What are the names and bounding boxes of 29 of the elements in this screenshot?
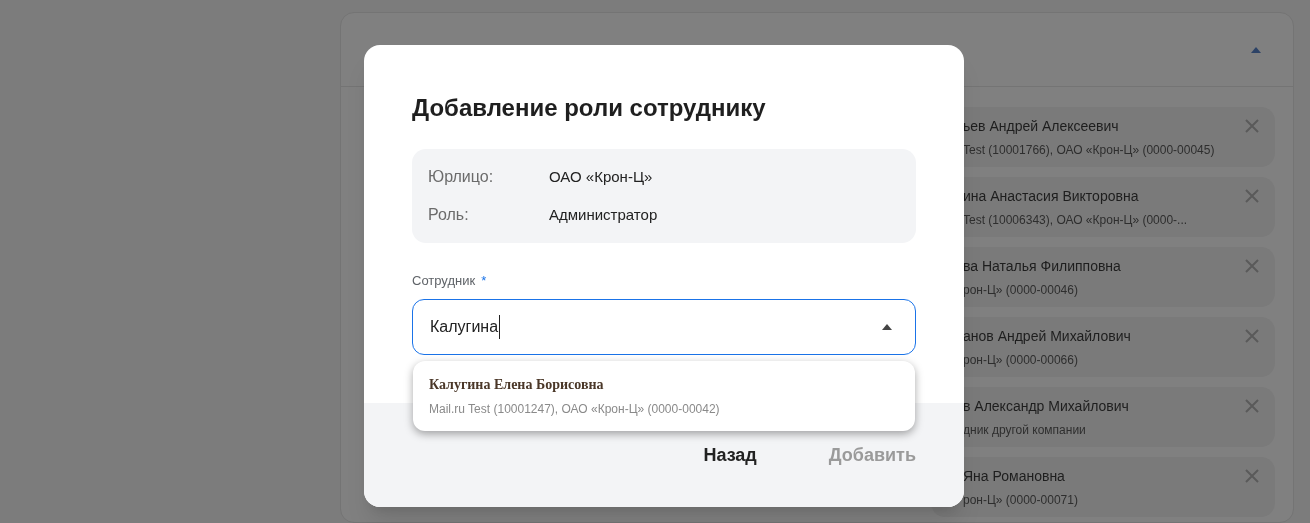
caret-icon[interactable]	[882, 323, 892, 330]
info-value: ОАО «Крон-Ц»	[549, 166, 653, 187]
close-icon[interactable]	[1245, 259, 1259, 273]
employee-detail: Test (10006343), ОАО «Крон-Ц» (0000-...	[963, 211, 1188, 229]
employee-detail: рон-Ц» (0000-00071)	[963, 491, 1078, 509]
close-icon[interactable]	[1245, 399, 1259, 413]
close-icon[interactable]	[1245, 469, 1259, 483]
dialog-title: Добавление роли сотруднику	[412, 93, 767, 123]
info-label: Роль:	[428, 205, 470, 225]
employee-name: ва Наталья Филипповна	[963, 256, 1121, 276]
close-icon[interactable]	[1245, 189, 1259, 203]
employee-detail: рон-Ц» (0000-00046)	[963, 281, 1078, 299]
employee-detail: Test (10001766), ОАО «Крон-Ц» (0000-00045)	[963, 141, 1215, 159]
employee-select[interactable]: Калугина	[412, 298, 916, 355]
employee-name: в Александр Михайлович	[963, 396, 1129, 416]
close-icon[interactable]	[1245, 329, 1259, 343]
employee-name: ина Анастасия Викторовна	[963, 186, 1139, 206]
back-button[interactable]: Назад	[703, 441, 757, 469]
info-label: Юрлицо:	[428, 167, 495, 187]
info-value: Администратор	[549, 204, 658, 225]
employee-detail: рон-Ц» (0000-00066)	[963, 351, 1078, 369]
employee-name: анов Андрей Михайлович	[963, 326, 1131, 346]
required-mark: *	[481, 272, 487, 290]
employee-name: Яна Романовна	[963, 466, 1065, 486]
option-name: Калугина Елена Борисовна	[429, 376, 605, 394]
field-label: Сотрудник	[412, 272, 476, 290]
option-detail: Mail.ru Test (10001247), ОАО «Крон-Ц» (0000-00042)	[429, 401, 721, 418]
employee-name: ьев Андрей Алексеевич	[963, 116, 1119, 136]
close-icon[interactable]	[1245, 119, 1259, 133]
